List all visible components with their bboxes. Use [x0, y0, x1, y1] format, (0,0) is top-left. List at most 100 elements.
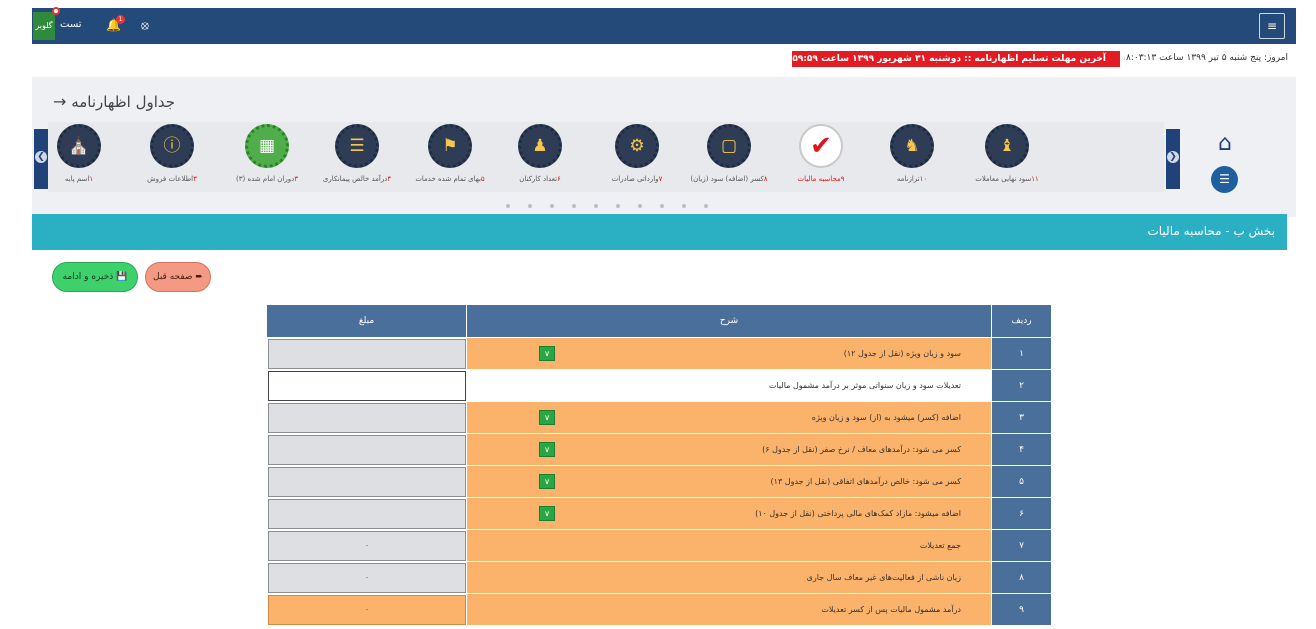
arrow-circle-icon: ➨ [195, 272, 203, 282]
amount-field[interactable] [268, 466, 466, 497]
table-header-row: مبلغ شرح ردیف [266, 304, 1052, 338]
amount-field: ۰ [268, 594, 466, 625]
row-number: ۳ [991, 401, 1052, 434]
tile-balance-sheet[interactable]: ♞ ۱۰ترازنامه [869, 122, 955, 194]
row-number: ۲ [991, 369, 1052, 402]
row-description: کسر می شود: درآمدهای معاف / نرخ صفر (نقل… [762, 445, 961, 454]
tile-employees[interactable]: ♟ ۶تعداد کارکنان [497, 122, 583, 194]
tile-label: ۱۱سود نهایی معاملات [975, 175, 1039, 183]
status-dot [52, 7, 60, 15]
amount-field: ۰ [268, 562, 466, 593]
row-description: تعدیلات سود و زیان سنواتی موثر بر درآمد … [768, 381, 961, 390]
row-number: ۵ [991, 465, 1052, 498]
app-frame: گلوبر تست 🔔 1 ⦻ ≡ امروز: پنج شنبه ۵ تیر … [0, 0, 1316, 629]
prev-page-button[interactable]: ➨ صفحه قبل [145, 262, 211, 292]
col-amount-header: مبلغ [266, 304, 467, 338]
tile-tax-calc[interactable]: ✔ ۹محاسبه مالیات [778, 122, 864, 194]
row-number: ۹ [991, 593, 1052, 626]
amount-field: ۰ [268, 530, 466, 561]
dropdown-icon[interactable]: ∨ [539, 346, 555, 361]
carousel-dot[interactable] [616, 204, 620, 208]
menu-icon[interactable]: ≡ [1259, 13, 1285, 39]
city-icon: ⚑ [428, 124, 472, 168]
tile-import-export[interactable]: ⚙ ۷وارداتی صادرات [594, 122, 680, 194]
dropdown-icon[interactable]: ∨ [539, 442, 555, 457]
table-row: کسر می شود: خالص درآمدهای اتفاقی (نقل از… [266, 465, 1052, 498]
row-description: اضافه (کسر) میشود به (از) سود و زیان ویژ… [811, 413, 961, 422]
carousel-dot[interactable] [594, 204, 598, 208]
chevron-right-icon: ❯ [1167, 151, 1179, 163]
row-description: درآمد مشمول مالیات پس از کسر تعدیلات [821, 605, 961, 614]
tile-label: ۵بهای تمام شده خدمات [415, 175, 485, 183]
top-navbar: گلوبر تست 🔔 1 ⦻ ≡ [32, 7, 1296, 44]
home-icon[interactable]: ⌂ [1211, 133, 1239, 155]
tile-cost[interactable]: ▦ ۳دوران امام شده (۳) [224, 122, 310, 194]
current-date: امروز: پنج شنبه ۵ تیر ۱۳۹۹ ساعت ۱۸:۰۳:۱۳ [1124, 53, 1288, 63]
row-number: ۱ [991, 337, 1052, 370]
carousel-dot[interactable] [638, 204, 642, 208]
prev-button-label: صفحه قبل [153, 272, 193, 282]
tile-final-profit[interactable]: ♝ ۱۱سود نهایی معاملات [964, 122, 1050, 194]
carousel-dot[interactable] [572, 204, 576, 208]
row-number: ۸ [991, 561, 1052, 594]
table-row: ۰ زیان ناشی از فعالیت‌های غیر معاف سال ج… [266, 561, 1052, 594]
tile-sales-info[interactable]: ⓘ ۳اطلاعات فروش [129, 122, 215, 194]
money-icon: ▢ [707, 124, 751, 168]
tax-calc-table: مبلغ شرح ردیف سود و زیان ویژه (نقل از جد… [266, 304, 1052, 626]
save-icon: 💾 [116, 272, 128, 282]
notification-badge: 1 [116, 15, 125, 24]
carousel-dot[interactable] [682, 204, 686, 208]
list-icon[interactable]: ☰ [1211, 166, 1238, 193]
amount-field[interactable] [268, 498, 466, 529]
amount-field[interactable] [268, 402, 466, 433]
back-arrow-icon[interactable]: → [53, 92, 66, 111]
col-row-header: ردیف [991, 304, 1052, 338]
tile-label: ۴درآمد خالص پیمانکاری [322, 175, 392, 183]
tile-services[interactable]: ⚑ ۵بهای تمام شده خدمات [407, 122, 493, 194]
col-desc-header: شرح [466, 304, 992, 338]
calculator-icon: ▦ [245, 124, 289, 168]
gears-icon: ⚙ [615, 124, 659, 168]
amount-field[interactable] [268, 434, 466, 465]
tile-profit-adjust[interactable]: ▢ ۸کسر (اضافه) سود (زیان) [686, 122, 772, 194]
table-row: ۰ درآمد مشمول مالیات پس از کسر تعدیلات ۹ [266, 593, 1052, 626]
dropdown-icon[interactable]: ∨ [539, 474, 555, 489]
row-number: ۷ [991, 529, 1052, 562]
tile-label: ۹محاسبه مالیات [797, 175, 845, 183]
app-logo[interactable]: گلوبر [33, 12, 55, 40]
tile-contracting[interactable]: ☰ ۴درآمد خالص پیمانکاری [314, 122, 400, 194]
row-description: زیان ناشی از فعالیت‌های غیر معاف سال جار… [806, 573, 961, 582]
document-icon: ☰ [335, 124, 379, 168]
section-header: بخش ب - محاسبه مالیات [32, 214, 1287, 250]
box-icon[interactable]: ⦻ [141, 18, 149, 32]
row-description: سود و زیان ویژه (نقل از جدول ۱۲) [843, 349, 961, 358]
carousel-dot[interactable] [506, 204, 510, 208]
page-title: جداول اظهارنامه → [49, 92, 175, 111]
row-number: ۴ [991, 433, 1052, 466]
tile-label: ۱اسم پایه [64, 175, 94, 183]
team-icon: ♟ [518, 124, 562, 168]
save-continue-button[interactable]: 💾 ذخیره و ادامه [52, 262, 138, 292]
deadline-notice: آخرین مهلت تسلیم اظهارنامه :: دوشنبه ۳۱ … [792, 51, 1120, 67]
amount-field[interactable] [268, 370, 466, 401]
carousel-dot[interactable] [550, 204, 554, 208]
dropdown-icon[interactable]: ∨ [539, 410, 555, 425]
tile-label: ۸کسر (اضافه) سود (زیان) [690, 175, 768, 183]
amount-field[interactable] [268, 338, 466, 369]
carousel-dots [502, 204, 712, 210]
tile-label: ۱۰ترازنامه [896, 175, 928, 183]
table-row: تعدیلات سود و زیان سنواتی موثر بر درآمد … [266, 369, 1052, 402]
carousel-next-button[interactable]: ❯ [1166, 129, 1180, 189]
checkmark-icon: ✔ [799, 124, 843, 168]
table-row: اضافه (کسر) میشود به (از) سود و زیان ویژ… [266, 401, 1052, 434]
tile-label: ۷وارداتی صادرات [611, 175, 663, 183]
tile-base[interactable]: ⛪ ۱اسم پایه [36, 122, 122, 194]
carousel-dot[interactable] [528, 204, 532, 208]
carousel-dot[interactable] [660, 204, 664, 208]
tile-label: ۳اطلاعات فروش [147, 175, 197, 183]
dropdown-icon[interactable]: ∨ [539, 506, 555, 521]
info-user-icon: ⓘ [150, 124, 194, 168]
user-name[interactable]: تست [60, 19, 82, 30]
carousel-dot[interactable] [704, 204, 708, 208]
row-description: کسر می شود: خالص درآمدهای اتفاقی (نقل از… [770, 477, 961, 486]
